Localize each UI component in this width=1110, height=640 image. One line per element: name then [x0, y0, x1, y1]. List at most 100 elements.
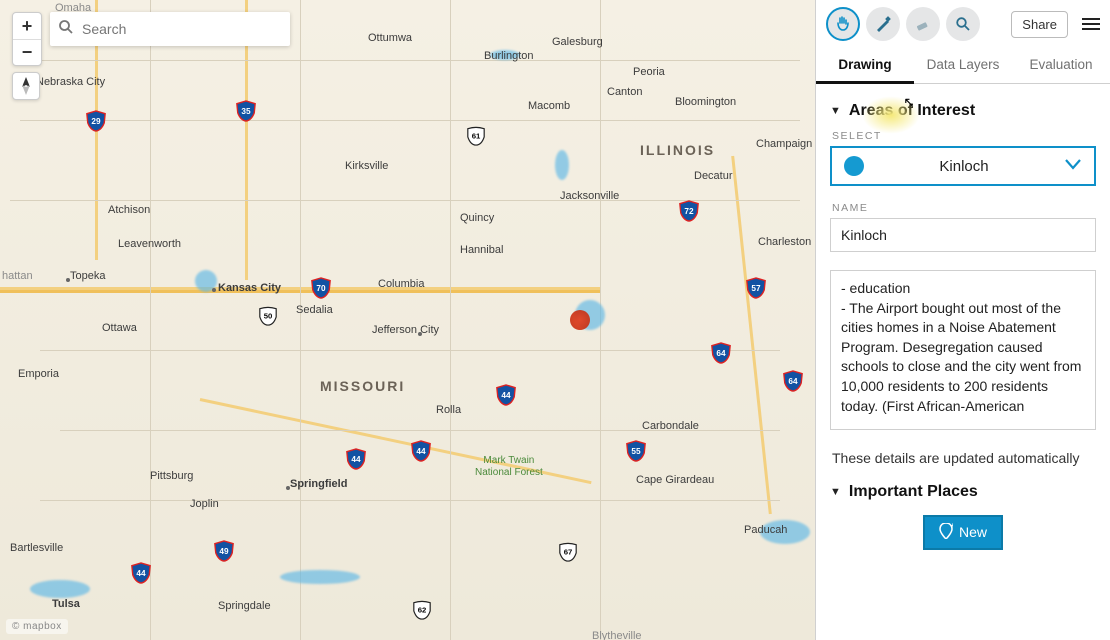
shield-us67: 67 [558, 542, 578, 562]
map-canvas: MISSOURI ILLINOIS Mark Twain National Fo… [0, 0, 815, 640]
svg-text:44: 44 [416, 447, 426, 456]
city-galesburg: Galesburg [552, 36, 603, 48]
city-springfield: Springfield [290, 478, 347, 490]
city-jacksonville: Jacksonville [560, 190, 619, 202]
selected-aoi-marker[interactable] [570, 310, 590, 330]
tool-toolbar: Share [816, 0, 1110, 48]
map-attribution: © mapbox [6, 619, 68, 634]
svg-text:67: 67 [564, 548, 573, 557]
city-bloomington: Bloomington [675, 96, 736, 108]
city-topeka: Topeka [70, 270, 105, 282]
city-emporia: Emporia [18, 368, 59, 380]
search-input[interactable] [82, 21, 282, 37]
city-nebraska-city: Nebraska City [36, 76, 105, 88]
city-quincy: Quincy [460, 212, 494, 224]
shield-i55: 55 [625, 440, 647, 460]
city-charleston: Charleston [758, 236, 811, 248]
svg-text:64: 64 [788, 377, 798, 386]
shield-i57: 57 [745, 277, 767, 297]
new-place-label: New [959, 524, 987, 540]
menu-button[interactable] [1082, 15, 1100, 33]
panel-tabs: Drawing Data Layers Evaluation [816, 48, 1110, 84]
city-atchison: Atchison [108, 204, 150, 216]
caret-down-icon: ▼ [830, 486, 841, 498]
city-burlington: Burlington [484, 50, 534, 62]
search-icon [58, 19, 74, 40]
shield-i44d: 44 [130, 562, 152, 582]
svg-text:61: 61 [472, 132, 481, 141]
city-sedalia: Sedalia [296, 304, 333, 316]
svg-text:72: 72 [684, 207, 694, 216]
draw-tool-button[interactable] [866, 7, 900, 41]
city-columbia: Columbia [378, 278, 424, 290]
shield-i44: 44 [495, 384, 517, 404]
city-jefferson-city: Jefferson City [372, 324, 439, 336]
city-cape-girardeau: Cape Girardeau [636, 474, 714, 486]
aoi-color-swatch [844, 156, 864, 176]
search-box[interactable] [50, 12, 290, 46]
city-peoria: Peoria [633, 66, 665, 78]
section-aoi-toggle[interactable]: ▼ Areas of Interest [830, 102, 1096, 120]
city-macomb: Macomb [528, 100, 570, 112]
aoi-name-input[interactable] [830, 218, 1096, 252]
map-zoom-controls: + − [12, 12, 42, 100]
shield-i64: 64 [710, 342, 732, 362]
city-joplin: Joplin [190, 498, 219, 510]
section-aoi-title: Areas of Interest [849, 102, 975, 120]
tab-evaluation[interactable]: Evaluation [1012, 48, 1110, 83]
forest-label: Mark Twain National Forest [475, 455, 543, 479]
map-viewport[interactable]: MISSOURI ILLINOIS Mark Twain National Fo… [0, 0, 815, 640]
chevron-down-icon [1064, 157, 1082, 176]
shield-i72: 72 [678, 200, 700, 220]
aoi-select[interactable]: Kinloch [830, 146, 1096, 186]
shield-i44b: 44 [410, 440, 432, 460]
city-canton: Canton [607, 86, 642, 98]
city-carbondale: Carbondale [642, 420, 699, 432]
shield-i29: 29 [85, 110, 107, 130]
city-blytheville: Blytheville [592, 630, 642, 640]
panel-body[interactable]: ▼ Areas of Interest SELECT Kinloch NAME … [816, 84, 1110, 640]
pin-plus-icon: + [939, 523, 953, 542]
svg-text:70: 70 [316, 284, 326, 293]
inspect-tool-button[interactable] [946, 7, 980, 41]
erase-tool-button[interactable] [906, 7, 940, 41]
city-paducah: Paducah [744, 524, 787, 536]
svg-text:64: 64 [716, 349, 726, 358]
city-decatur: Decatur [694, 170, 733, 182]
city-tulsa: Tulsa [52, 598, 80, 610]
shield-i64b: 64 [782, 370, 804, 390]
share-button[interactable]: Share [1011, 11, 1068, 38]
shield-us50: 50 [258, 306, 278, 326]
svg-text:55: 55 [631, 447, 641, 456]
aoi-notes-textarea[interactable] [830, 270, 1096, 430]
svg-text:35: 35 [241, 107, 251, 116]
city-hattan: hattan [2, 270, 33, 282]
section-places-toggle[interactable]: ▼ Important Places [830, 483, 1096, 501]
state-label-illinois: ILLINOIS [640, 142, 715, 158]
shield-us61: 61 [466, 126, 486, 146]
svg-text:50: 50 [264, 312, 273, 321]
side-panel: Share Drawing Data Layers Evaluation ▼ A… [815, 0, 1110, 640]
compass-button[interactable] [12, 72, 40, 100]
city-pittsburg: Pittsburg [150, 470, 193, 482]
aoi-helper-text: These details are updated automatically [832, 449, 1094, 469]
new-place-button[interactable]: + New [923, 515, 1003, 550]
tab-data-layers[interactable]: Data Layers [914, 48, 1012, 83]
tab-drawing[interactable]: Drawing [816, 48, 914, 84]
select-label: SELECT [832, 130, 1096, 142]
city-hannibal: Hannibal [460, 244, 503, 256]
city-springdale: Springdale [218, 600, 271, 612]
svg-text:49: 49 [219, 547, 229, 556]
svg-text:29: 29 [91, 117, 101, 126]
aoi-select-value: Kinloch [878, 158, 1050, 175]
shield-i70: 70 [310, 277, 332, 297]
svg-text:62: 62 [418, 606, 427, 615]
pan-tool-button[interactable] [826, 7, 860, 41]
zoom-in-button[interactable]: + [13, 13, 41, 39]
shield-i49: 49 [213, 540, 235, 560]
city-leavenworth: Leavenworth [118, 238, 181, 250]
city-bartlesville: Bartlesville [10, 542, 63, 554]
city-ottawa: Ottawa [102, 322, 137, 334]
zoom-out-button[interactable]: − [13, 39, 41, 65]
caret-down-icon: ▼ [830, 105, 841, 117]
